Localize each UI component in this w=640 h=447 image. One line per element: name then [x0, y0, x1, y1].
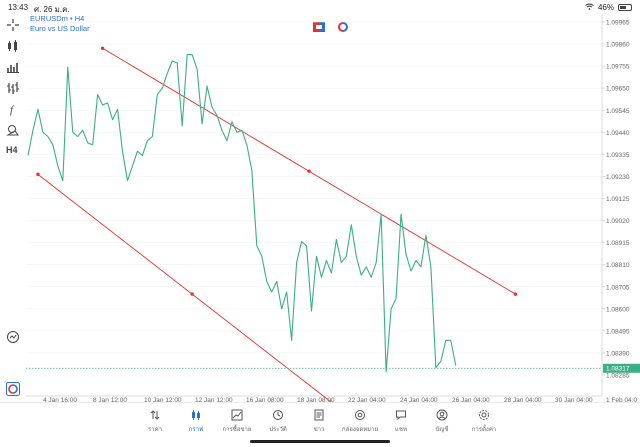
price-tick-label: 1.08285: [606, 373, 630, 380]
nav-item-4[interactable]: ข่าว: [297, 409, 341, 434]
price-tick-label: 1.09020: [606, 218, 630, 225]
history-icon: [273, 410, 283, 420]
price-tick-label: 1.09860: [606, 42, 630, 49]
nav-label: ข่าว: [313, 427, 325, 433]
price-tick-label: 1.09650: [606, 86, 630, 93]
price-axis: 1.09965 1.09860 1.09755 1.09650 1.09545 1.094…: [602, 20, 630, 380]
at-icon: [355, 410, 365, 420]
channel-line: [37, 173, 332, 402]
nav-item-2[interactable]: การซื้อขาย: [215, 409, 259, 434]
nav-label: การซื้อขาย: [222, 427, 252, 433]
nav-label: การตั้งค่า: [471, 427, 497, 433]
price-line: [27, 54, 457, 373]
nav-label: ราคา: [148, 427, 162, 433]
candles-icon: [192, 410, 200, 420]
nav-label: กล่องจดหมาย: [341, 427, 379, 433]
channel-anchor-point: [307, 169, 311, 173]
price-tick-label: 1.09545: [606, 108, 630, 115]
price-tick-label: 1.09440: [606, 130, 630, 137]
nav-item-0[interactable]: ราคา: [133, 409, 177, 434]
price-series: [26, 54, 602, 373]
app-root: { "status_bar": { "time": "13:43", "date…: [0, 0, 640, 447]
arrows-updown-icon: [150, 410, 160, 420]
price-tick-label: 1.09230: [606, 174, 630, 181]
chart-grid: [26, 21, 602, 376]
nav-item-5[interactable]: กล่องจดหมาย: [338, 409, 382, 434]
nav-item-8[interactable]: การตั้งค่า: [462, 409, 506, 434]
home-indicator: [250, 440, 390, 443]
channel-anchor-point: [36, 172, 40, 177]
price-tick-label: 1.09335: [606, 152, 630, 159]
price-tick-label: 1.09965: [606, 20, 630, 27]
current-price-label: 1.08317: [606, 366, 630, 373]
nav-label: ประวัติ: [269, 427, 287, 433]
nav-item-6[interactable]: แชท: [379, 409, 423, 434]
nav-label: แชท: [395, 427, 407, 433]
price-tick-label: 1.08600: [606, 306, 630, 313]
nav-item-3[interactable]: ประวัติ: [256, 409, 300, 434]
trend-icon: [231, 409, 243, 421]
price-chart[interactable]: 1.09965 1.09860 1.09755 1.09650 1.09545 1.094…: [0, 0, 640, 402]
price-tick-label: 1.09755: [606, 64, 630, 71]
nav-item-7[interactable]: บัญชี: [420, 409, 464, 434]
nav-item-1[interactable]: กราฟ: [174, 409, 218, 434]
channel-anchor-point: [100, 46, 105, 50]
price-tick-label: 1.09125: [606, 196, 630, 203]
account-icon: [436, 409, 448, 421]
price-tick-label: 1.08390: [606, 350, 630, 357]
chat-icon: [396, 410, 406, 421]
channel-anchor-point: [190, 292, 194, 296]
price-tick-label: 1.08810: [606, 262, 630, 269]
channel-anchor-point: [513, 292, 518, 296]
channel-lines[interactable]: [36, 46, 518, 402]
price-tick-label: 1.08495: [606, 328, 630, 335]
news-icon: [314, 409, 324, 421]
current-price-tag: 1.08317: [603, 363, 640, 373]
nav-label: กราฟ: [188, 427, 204, 433]
gear-icon: [479, 410, 489, 420]
price-tick-label: 1.08915: [606, 240, 630, 247]
nav-label: บัญชี: [435, 427, 449, 433]
price-tick-label: 1.08705: [606, 284, 630, 291]
